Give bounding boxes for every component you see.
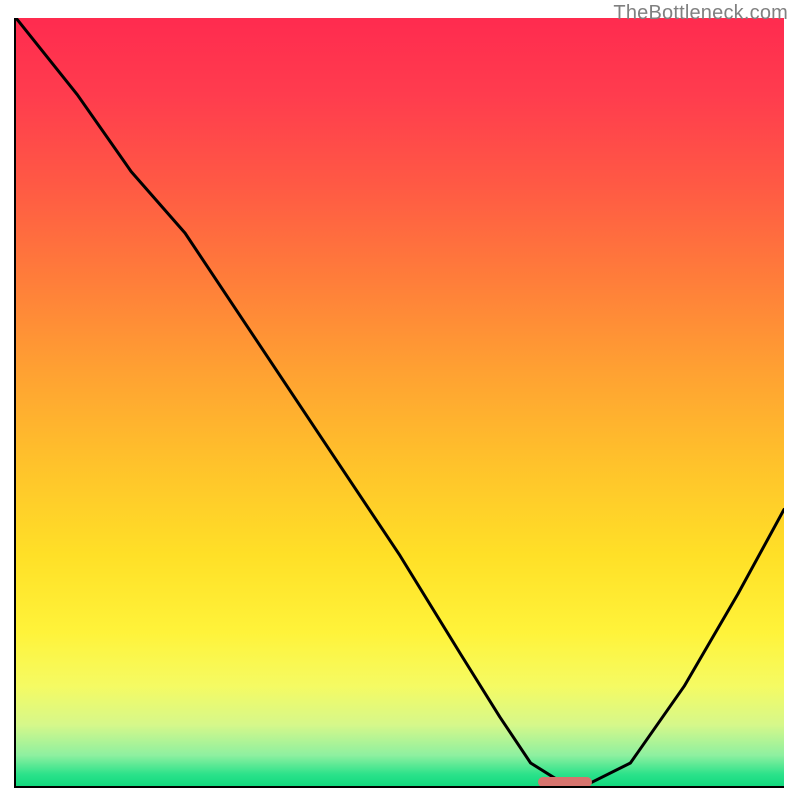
x-axis (14, 786, 784, 788)
chart-container: TheBottleneck.com (0, 0, 800, 800)
y-axis (14, 18, 16, 786)
watermark-text: TheBottleneck.com (613, 2, 788, 25)
plot-background-gradient (16, 18, 784, 786)
